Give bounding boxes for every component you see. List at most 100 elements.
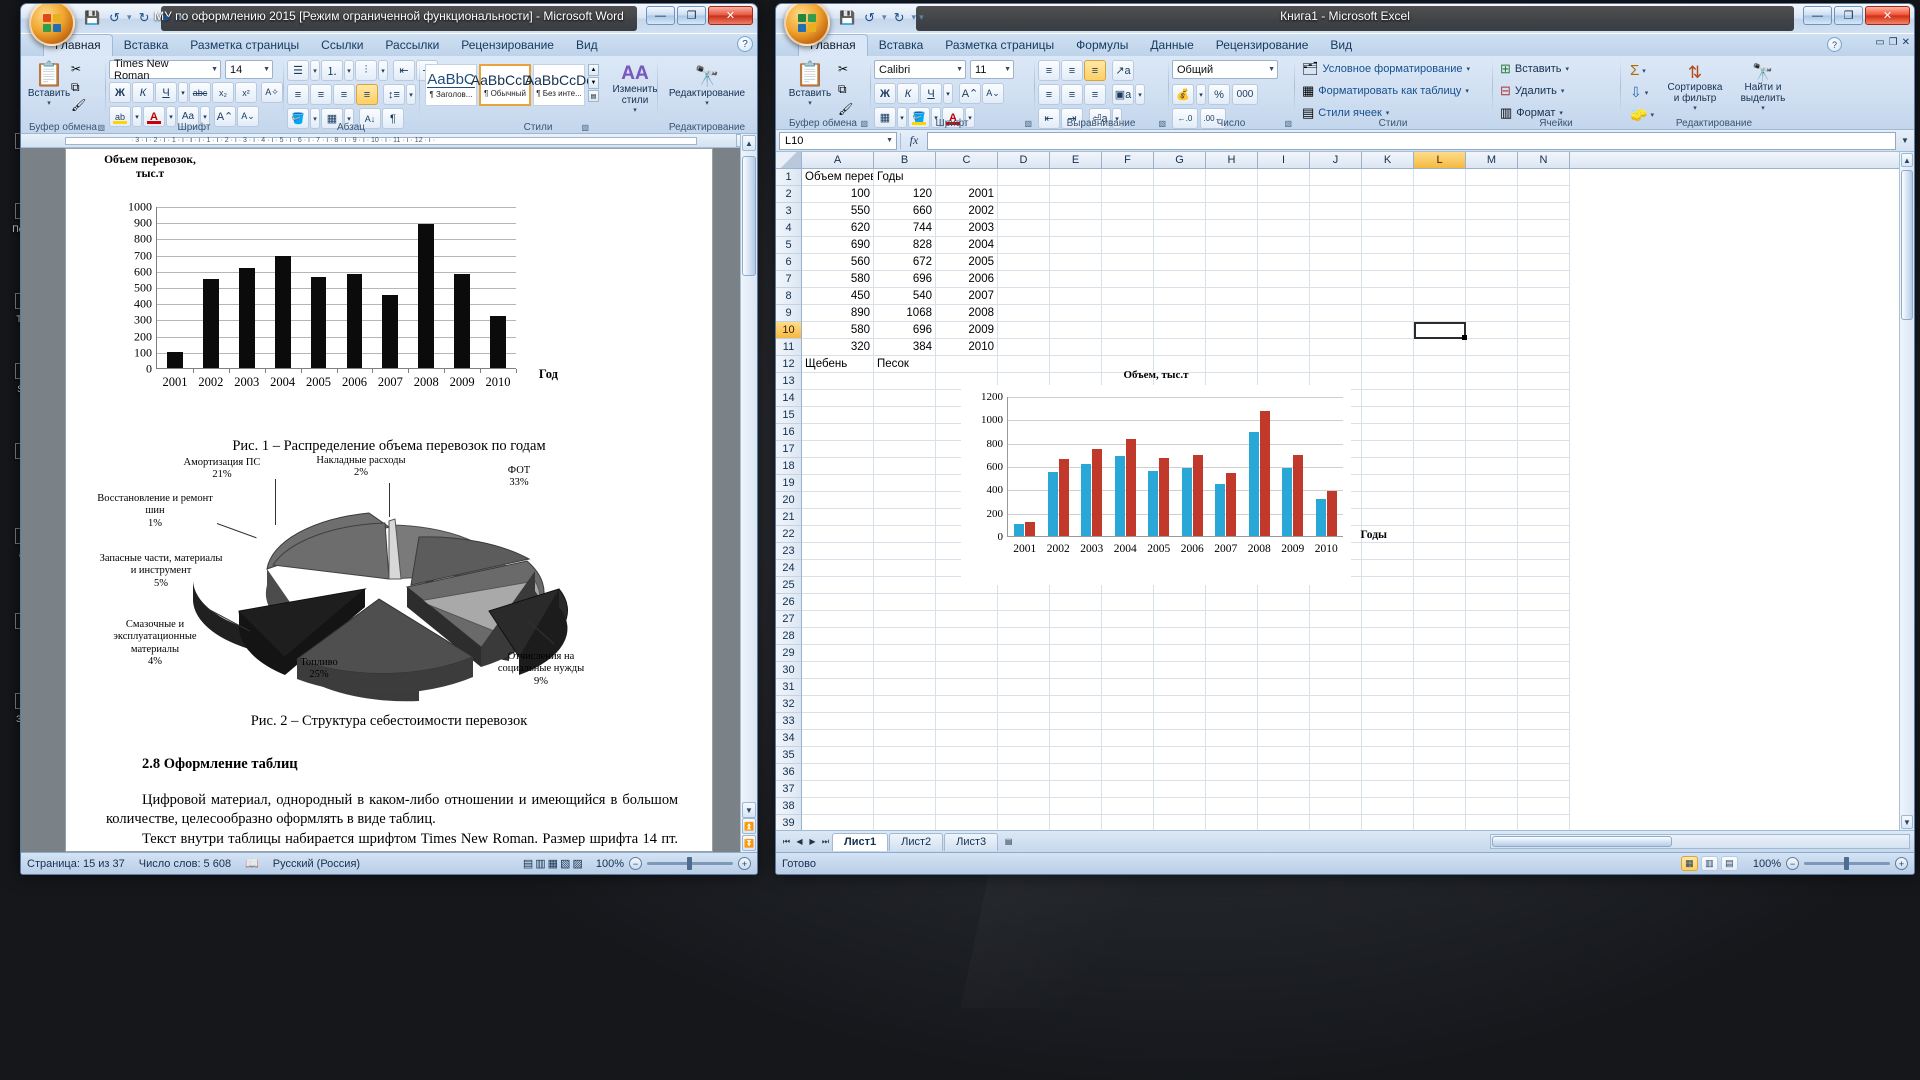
formula-bar[interactable]: L10 ▼ fx ▼ xyxy=(776,130,1914,152)
zoom-track[interactable] xyxy=(647,857,733,870)
redo-dropdown-icon[interactable]: ▾ xyxy=(912,12,917,23)
cell-C39[interactable] xyxy=(936,815,998,830)
column-header-G[interactable]: G xyxy=(1154,152,1206,168)
cell-M37[interactable] xyxy=(1466,781,1518,798)
cell-J3[interactable] xyxy=(1310,203,1362,220)
alignment-dialog-launcher[interactable]: ▧ xyxy=(1158,119,1166,128)
cell-L17[interactable] xyxy=(1414,441,1466,458)
zoom-out-button[interactable]: − xyxy=(1786,857,1799,870)
cell-N7[interactable] xyxy=(1518,271,1570,288)
cell-B20[interactable] xyxy=(874,492,936,509)
cell-K13[interactable] xyxy=(1362,373,1414,390)
cell-E33[interactable] xyxy=(1050,713,1102,730)
cell-C1[interactable] xyxy=(936,169,998,186)
cell-C9[interactable]: 2008 xyxy=(936,305,998,322)
column-header-H[interactable]: H xyxy=(1206,152,1258,168)
row-header-13[interactable]: 13 xyxy=(776,373,801,390)
prev-sheet-icon[interactable]: ◀ xyxy=(793,835,806,849)
multilevel-list-button[interactable]: ⫶ xyxy=(355,60,377,81)
cell-F8[interactable] xyxy=(1102,288,1154,305)
row-header-9[interactable]: 9 xyxy=(776,305,801,322)
cell-J9[interactable] xyxy=(1310,305,1362,322)
cell-I2[interactable] xyxy=(1258,186,1310,203)
column-header-B[interactable]: B xyxy=(874,152,936,168)
cell-H39[interactable] xyxy=(1206,815,1258,830)
cell-B27[interactable] xyxy=(874,611,936,628)
cell-E36[interactable] xyxy=(1050,764,1102,781)
cell-K39[interactable] xyxy=(1362,815,1414,830)
style-sample-heading[interactable]: AaBbC ¶ Заголов... xyxy=(425,64,477,106)
cell-F10[interactable] xyxy=(1102,322,1154,339)
cell-E31[interactable] xyxy=(1050,679,1102,696)
cell-L18[interactable] xyxy=(1414,458,1466,475)
styles-more-icon[interactable]: ▤ xyxy=(588,90,599,102)
cell-I35[interactable] xyxy=(1258,747,1310,764)
cell-K17[interactable] xyxy=(1362,441,1414,458)
cell-A18[interactable] xyxy=(802,458,874,475)
tab-vstavka[interactable]: Вставка xyxy=(113,35,180,56)
cell-N5[interactable] xyxy=(1518,237,1570,254)
cell-K29[interactable] xyxy=(1362,645,1414,662)
multilevel-dropdown-icon[interactable]: ▾ xyxy=(378,60,388,81)
cell-G9[interactable] xyxy=(1154,305,1206,322)
cell-N10[interactable] xyxy=(1518,322,1570,339)
cell-C31[interactable] xyxy=(936,679,998,696)
cell-B1[interactable]: Годы xyxy=(874,169,936,186)
cell-J11[interactable] xyxy=(1310,339,1362,356)
sort-filter-button[interactable]: ⇅ Сортировка и фильтр ▾ xyxy=(1664,64,1726,113)
cell-I27[interactable] xyxy=(1258,611,1310,628)
row-header-39[interactable]: 39 xyxy=(776,815,801,830)
cell-B14[interactable] xyxy=(874,390,936,407)
cell-I7[interactable] xyxy=(1258,271,1310,288)
cell-C37[interactable] xyxy=(936,781,998,798)
cell-C4[interactable]: 2003 xyxy=(936,220,998,237)
cell-D30[interactable] xyxy=(998,662,1050,679)
number-format-combo[interactable]: Общий ▼ xyxy=(1172,60,1278,79)
cell-I26[interactable] xyxy=(1258,594,1310,611)
row-header-31[interactable]: 31 xyxy=(776,679,801,696)
cell-F5[interactable] xyxy=(1102,237,1154,254)
cell-C30[interactable] xyxy=(936,662,998,679)
cell-L5[interactable] xyxy=(1414,237,1466,254)
column-header-F[interactable]: F xyxy=(1102,152,1154,168)
tab-razmetka[interactable]: Разметка страницы xyxy=(934,35,1065,56)
currency-dropdown-icon[interactable]: ▾ xyxy=(1196,84,1206,105)
cell-L21[interactable] xyxy=(1414,509,1466,526)
cell-N6[interactable] xyxy=(1518,254,1570,271)
row-header-29[interactable]: 29 xyxy=(776,645,801,662)
cell-H38[interactable] xyxy=(1206,798,1258,815)
cell-G35[interactable] xyxy=(1154,747,1206,764)
cell-I34[interactable] xyxy=(1258,730,1310,747)
numbering-dropdown-icon[interactable]: ▾ xyxy=(344,60,354,81)
align-left-button[interactable]: ≡ xyxy=(287,84,309,105)
copy-icon[interactable]: ⧉ xyxy=(838,82,847,97)
tab-formuly[interactable]: Формулы xyxy=(1065,35,1139,56)
sheet-tabs-bar[interactable]: ⏮ ◀ ▶ ⏭ Лист1 Лист2 Лист3 ▤ xyxy=(776,830,1914,852)
cell-I37[interactable] xyxy=(1258,781,1310,798)
cell-C8[interactable]: 2007 xyxy=(936,288,998,305)
cell-L38[interactable] xyxy=(1414,798,1466,815)
column-header-M[interactable]: M xyxy=(1466,152,1518,168)
column-header-I[interactable]: I xyxy=(1258,152,1310,168)
tab-vstavka[interactable]: Вставка xyxy=(868,35,935,56)
merge-dropdown-icon[interactable]: ▾ xyxy=(1135,84,1145,105)
cell-M39[interactable] xyxy=(1466,815,1518,830)
next-page-icon[interactable]: ⏬ xyxy=(742,835,756,851)
cell-H26[interactable] xyxy=(1206,594,1258,611)
cell-D36[interactable] xyxy=(998,764,1050,781)
styles-dialog-launcher[interactable]: ▧ xyxy=(581,123,589,132)
cell-L11[interactable] xyxy=(1414,339,1466,356)
excel-status-bar[interactable]: Готово ▦ ▥ ▤ 100% − + xyxy=(776,852,1914,874)
redo-icon[interactable]: ↻ xyxy=(135,8,154,27)
cell-F37[interactable] xyxy=(1102,781,1154,798)
cell-I4[interactable] xyxy=(1258,220,1310,237)
cell-L26[interactable] xyxy=(1414,594,1466,611)
cell-M18[interactable] xyxy=(1466,458,1518,475)
underline-button[interactable]: Ч xyxy=(155,82,177,103)
cell-G31[interactable] xyxy=(1154,679,1206,696)
cell-B26[interactable] xyxy=(874,594,936,611)
cell-B4[interactable]: 744 xyxy=(874,220,936,237)
cell-F4[interactable] xyxy=(1102,220,1154,237)
cell-M36[interactable] xyxy=(1466,764,1518,781)
italic-button[interactable]: К xyxy=(897,83,919,104)
